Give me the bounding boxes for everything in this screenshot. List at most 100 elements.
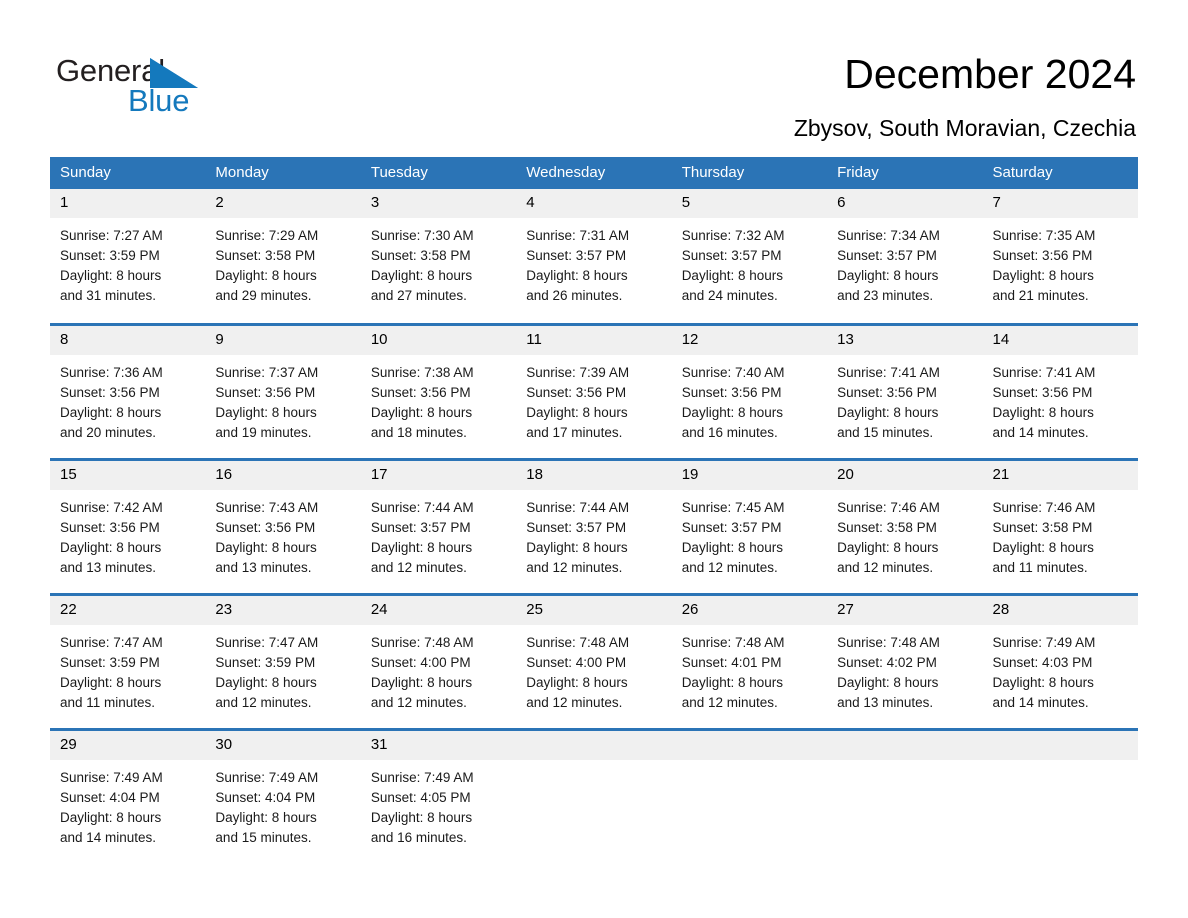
sunrise-text: Sunrise: 7:41 AM [837,364,940,380]
week-row: 15 Sunrise: 7:42 AM Sunset: 3:56 PM Dayl… [50,457,1138,594]
day-cell[interactable]: 2 Sunrise: 7:29 AM Sunset: 3:58 PM Dayli… [205,189,361,324]
daylight-text-line1: Daylight: 8 hours [992,539,1094,555]
day-cell[interactable]: 9 Sunrise: 7:37 AM Sunset: 3:56 PM Dayli… [205,322,361,459]
day-cell[interactable]: 13 Sunrise: 7:41 AM Sunset: 3:56 PM Dayl… [827,322,983,459]
daylight-text-line1: Daylight: 8 hours [215,539,317,555]
general-blue-logo[interactable]: General Blue [56,52,256,124]
day-cell[interactable]: 18 Sunrise: 7:44 AM Sunset: 3:57 PM Dayl… [516,457,672,594]
calendar-body: 1 Sunrise: 7:27 AM Sunset: 3:59 PM Dayli… [50,189,1138,864]
day-cell[interactable]: 28 Sunrise: 7:49 AM Sunset: 4:03 PM Dayl… [982,592,1138,729]
day-cell[interactable]: 8 Sunrise: 7:36 AM Sunset: 3:56 PM Dayli… [50,322,206,459]
sunset-text: Sunset: 3:56 PM [992,384,1093,400]
day-cell[interactable]: 1 Sunrise: 7:27 AM Sunset: 3:59 PM Dayli… [50,189,206,324]
day-cell[interactable]: 31 Sunrise: 7:49 AM Sunset: 4:05 PM Dayl… [360,727,517,864]
day-number: 23 [205,595,361,625]
calendar-page: General Blue December 2024 Zbysov, South… [0,0,1188,918]
daylight-text-line2: and 19 minutes. [215,424,312,440]
day-cell-empty [516,727,672,864]
sunset-text: Sunset: 3:57 PM [526,248,627,263]
day-number: 27 [827,595,983,625]
daylight-text-line1: Daylight: 8 hours [837,404,939,420]
day-details: Sunrise: 7:44 AM Sunset: 3:57 PM Dayligh… [361,490,516,578]
day-cell[interactable]: 29 Sunrise: 7:49 AM Sunset: 4:04 PM Dayl… [50,727,206,864]
daylight-text-line2: and 14 minutes. [992,424,1089,440]
day-cell[interactable]: 25 Sunrise: 7:48 AM Sunset: 4:00 PM Dayl… [516,592,672,729]
day-cell-empty [982,727,1138,864]
daylight-text-line2: and 12 minutes. [215,694,312,710]
day-cell[interactable]: 11 Sunrise: 7:39 AM Sunset: 3:56 PM Dayl… [516,322,672,459]
sunset-text: Sunset: 3:59 PM [60,654,160,670]
day-number: 17 [360,460,517,490]
sunrise-text: Sunrise: 7:36 AM [60,364,163,380]
day-cell[interactable]: 23 Sunrise: 7:47 AM Sunset: 3:59 PM Dayl… [205,592,361,729]
day-cell[interactable]: 24 Sunrise: 7:48 AM Sunset: 4:00 PM Dayl… [360,592,517,729]
sunset-text: Sunset: 3:57 PM [837,248,937,263]
day-cell[interactable]: 26 Sunrise: 7:48 AM Sunset: 4:01 PM Dayl… [671,592,828,729]
sunrise-text: Sunrise: 7:35 AM [992,228,1096,243]
day-details: Sunrise: 7:41 AM Sunset: 3:56 PM Dayligh… [827,355,982,443]
day-details: Sunrise: 7:48 AM Sunset: 4:00 PM Dayligh… [361,625,516,713]
daylight-text-line1: Daylight: 8 hours [60,539,162,555]
day-cell[interactable]: 6 Sunrise: 7:34 AM Sunset: 3:57 PM Dayli… [827,189,983,324]
daylight-text-line2: and 18 minutes. [370,424,467,440]
weekday-header-saturday: Saturday [982,157,1138,189]
sunset-text: Sunset: 4:00 PM [370,654,471,670]
day-details: Sunrise: 7:29 AM Sunset: 3:58 PM Dayligh… [205,218,360,306]
sunset-text: Sunset: 3:59 PM [60,248,160,263]
daylight-text-line2: and 12 minutes. [370,559,467,575]
sunset-text: Sunset: 3:56 PM [992,248,1093,263]
day-details: Sunrise: 7:46 AM Sunset: 3:58 PM Dayligh… [827,490,982,578]
daylight-text-line1: Daylight: 8 hours [60,404,162,420]
day-cell[interactable]: 10 Sunrise: 7:38 AM Sunset: 3:56 PM Dayl… [360,322,517,459]
daylight-text-line1: Daylight: 8 hours [370,539,473,555]
day-number [827,730,983,760]
day-details: Sunrise: 7:42 AM Sunset: 3:56 PM Dayligh… [50,490,205,578]
sunrise-text: Sunrise: 7:46 AM [992,499,1096,515]
day-details: Sunrise: 7:27 AM Sunset: 3:59 PM Dayligh… [50,218,205,306]
day-cell[interactable]: 16 Sunrise: 7:43 AM Sunset: 3:56 PM Dayl… [205,457,361,594]
day-number: 24 [360,595,517,625]
day-cell[interactable]: 12 Sunrise: 7:40 AM Sunset: 3:56 PM Dayl… [671,322,828,459]
daylight-text-line2: and 27 minutes. [370,288,467,303]
day-cell[interactable]: 7 Sunrise: 7:35 AM Sunset: 3:56 PM Dayli… [982,189,1138,324]
day-cell[interactable]: 20 Sunrise: 7:46 AM Sunset: 3:58 PM Dayl… [827,457,983,594]
sunset-text: Sunset: 3:56 PM [215,519,316,535]
day-cell[interactable]: 15 Sunrise: 7:42 AM Sunset: 3:56 PM Dayl… [50,457,206,594]
daylight-text-line2: and 21 minutes. [992,288,1089,303]
daylight-text-line2: and 12 minutes. [681,559,778,575]
day-cell[interactable]: 22 Sunrise: 7:47 AM Sunset: 3:59 PM Dayl… [50,592,206,729]
day-cell[interactable]: 5 Sunrise: 7:32 AM Sunset: 3:57 PM Dayli… [671,189,828,324]
day-cell[interactable]: 17 Sunrise: 7:44 AM Sunset: 3:57 PM Dayl… [360,457,517,594]
weekday-header-monday: Monday [205,157,361,189]
week-row: 29 Sunrise: 7:49 AM Sunset: 4:04 PM Dayl… [50,727,1138,864]
day-cell[interactable]: 30 Sunrise: 7:49 AM Sunset: 4:04 PM Dayl… [205,727,361,864]
sunset-text: Sunset: 3:56 PM [681,384,782,400]
day-cell[interactable]: 27 Sunrise: 7:48 AM Sunset: 4:02 PM Dayl… [827,592,983,729]
daylight-text-line1: Daylight: 8 hours [992,404,1094,420]
daylight-text-line1: Daylight: 8 hours [370,809,473,825]
daylight-text-line1: Daylight: 8 hours [526,404,628,420]
day-cell[interactable]: 19 Sunrise: 7:45 AM Sunset: 3:57 PM Dayl… [671,457,828,594]
day-cell[interactable]: 21 Sunrise: 7:46 AM Sunset: 3:58 PM Dayl… [982,457,1138,594]
day-details: Sunrise: 7:32 AM Sunset: 3:57 PM Dayligh… [672,218,827,306]
day-details: Sunrise: 7:30 AM Sunset: 3:58 PM Dayligh… [361,218,516,306]
day-number: 11 [516,325,672,355]
day-number: 29 [50,730,206,760]
day-number: 10 [360,325,517,355]
calendar-header-row: Sunday Monday Tuesday Wednesday Thursday… [50,157,1138,189]
day-cell[interactable]: 14 Sunrise: 7:41 AM Sunset: 3:56 PM Dayl… [982,322,1138,459]
day-cell[interactable]: 4 Sunrise: 7:31 AM Sunset: 3:57 PM Dayli… [516,189,672,324]
day-number: 4 [516,189,672,218]
week-row: 8 Sunrise: 7:36 AM Sunset: 3:56 PM Dayli… [50,322,1138,459]
daylight-text-line2: and 12 minutes. [526,559,623,575]
daylight-text-line1: Daylight: 8 hours [60,674,162,690]
sunrise-text: Sunrise: 7:49 AM [370,769,474,785]
sunrise-text: Sunrise: 7:47 AM [60,634,163,650]
daylight-text-line2: and 15 minutes. [837,424,934,440]
weekday-header-wednesday: Wednesday [516,157,672,189]
day-details: Sunrise: 7:40 AM Sunset: 3:56 PM Dayligh… [672,355,827,443]
day-cell[interactable]: 3 Sunrise: 7:30 AM Sunset: 3:58 PM Dayli… [360,189,517,324]
day-number: 8 [50,325,206,355]
daylight-text-line1: Daylight: 8 hours [370,268,473,283]
daylight-text-line2: and 29 minutes. [215,288,312,303]
